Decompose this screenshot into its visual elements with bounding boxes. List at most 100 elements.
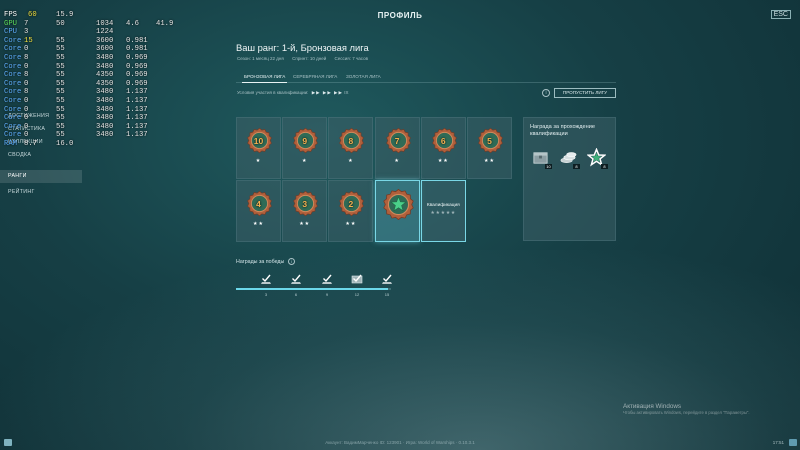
notifications-icon[interactable] [789, 439, 797, 446]
hw-label: GPU [4, 19, 17, 28]
league-tabs: БРОНЗОВАЯ ЛИГА СЕРЕБРЯНАЯ ЛИГА ЗОЛОТАЯ ЛИГ… [236, 73, 616, 83]
hw-value: 3480 [96, 53, 114, 62]
win-step-number: 3 [264, 292, 268, 297]
tab-league[interactable]: ЗОЛОТАЯ ЛИГА [344, 74, 383, 82]
hw-value: 16.0 [56, 139, 74, 148]
qualification-count: IX [344, 90, 349, 95]
hw-label: Core [4, 45, 22, 54]
hw-label: Core [4, 62, 22, 71]
qualification-arrows: ▶▶ ▶▶ ▶▶ [311, 90, 343, 95]
hw-value: 55 [56, 96, 65, 105]
hardware-monitor-overlay: FPS 15.9 60 GPU 7 50 1034 4.6 41.9 CPU 3 1224 Core 15… [4, 11, 196, 149]
hw-label: CPU [4, 28, 17, 37]
rank-cell[interactable]: 4 ★★ [236, 180, 281, 242]
skip-league-button[interactable]: ПРОПУСТИТЬ ЛИГУ [554, 88, 616, 98]
hw-value: 50 [56, 19, 65, 28]
hw-value: 0 [24, 45, 29, 54]
hw-row: Core 8 55 4350 0.969 [4, 71, 196, 80]
hw-row: Core 0 55 3480 1.137 [4, 114, 196, 123]
tab-league[interactable]: СЕРЕБРЯНАЯ ЛИГА [291, 74, 339, 82]
hw-row: Core 8 55 3480 0.969 [4, 54, 196, 63]
rank-title: Ваш ранг: 1-й, Бронзовая лига [236, 42, 369, 53]
rank-stars: ★★ [437, 158, 449, 164]
hw-row: GPU 7 50 1034 4.6 41.9 [4, 20, 196, 29]
win-reward-check-icon[interactable] [290, 273, 302, 285]
hw-value: 0 [24, 122, 29, 131]
rank-number: 6 [440, 136, 446, 146]
rank-stars: ★ [255, 158, 262, 164]
hw-value: 3480 [96, 131, 114, 140]
win-reward-check-icon[interactable] [351, 273, 363, 285]
hw-value: 8 [24, 88, 29, 97]
hw-value: 1.137 [126, 114, 148, 123]
close-button[interactable]: ESC [770, 10, 791, 19]
hw-row: Core 8 55 3480 1.137 [4, 88, 196, 97]
sidebar-item[interactable]: СВОДКА [0, 149, 82, 162]
hw-value: 3600 [96, 45, 114, 54]
qualification-cell[interactable]: Квалификация ★★★★★ [420, 180, 466, 242]
rank-stars: ★★ [253, 221, 264, 227]
hw-value: 1.137 [126, 96, 148, 105]
reward-panel-title: Награда за прохождение квалификации [530, 124, 595, 137]
hw-value: 3480 [96, 96, 114, 105]
hw-value: 55 [56, 53, 65, 62]
rank-cell[interactable]: 3 ★★ [282, 180, 328, 242]
hw-value: 7 [24, 19, 29, 28]
hw-value: 55 [56, 88, 65, 97]
win-step-number: 12 [354, 292, 360, 297]
hw-row: CPU 3 1224 [4, 28, 196, 37]
rank-number: 2 [348, 199, 354, 209]
season-duration: Сезон: 1 месяц 22 дня [237, 56, 284, 61]
background-fog [0, 250, 800, 450]
win-reward-check-icon[interactable] [321, 273, 333, 285]
rank-cell[interactable]: 10 ★ [236, 117, 281, 179]
rank-number: 3 [302, 199, 308, 209]
hw-label: Core [4, 131, 22, 140]
info-icon[interactable]: i [542, 89, 550, 97]
hw-label: RAM [4, 139, 17, 148]
hw-value: 55 [56, 131, 65, 140]
qualification-reward-panel: Награда за прохождение квалификации 10 8 8 [523, 117, 616, 241]
current-rank-cell[interactable] [374, 180, 420, 242]
reward-item[interactable]: 10 [531, 148, 552, 169]
hw-value: 0.981 [126, 45, 148, 54]
win-rewards-info-icon[interactable]: i [288, 258, 295, 265]
hw-value: 1034 [96, 19, 114, 28]
sidebar-item[interactable]: РАНГИ [0, 170, 82, 183]
season-info: Сезон: 1 месяц 22 дня Спринт: 10 дней Се… [237, 56, 375, 61]
hw-value: 8 [24, 71, 29, 80]
hw-label: Core [4, 88, 22, 97]
hw-row: FPS 15.9 60 [4, 11, 196, 20]
hw-label: Core [4, 53, 22, 62]
hw-value: 0 [24, 62, 29, 71]
rank-number: 10 [253, 136, 264, 146]
rank-cell[interactable]: 9 ★ [282, 117, 328, 179]
hw-label: Core [4, 71, 22, 80]
rank-cell[interactable]: 7 ★ [374, 117, 420, 179]
reward-item[interactable]: 8 [586, 147, 608, 169]
hw-value: 3480 [96, 88, 114, 97]
hw-value: 0 [24, 105, 29, 114]
rank-number: 8 [348, 136, 354, 146]
win-reward-check-icon[interactable] [381, 273, 393, 285]
hw-label: Core [4, 105, 22, 114]
rank-stars: ★★ [345, 221, 357, 227]
rank-stars: ★ [348, 158, 354, 164]
hw-value: 0 [24, 96, 29, 105]
sidebar-item[interactable]: РЕЙТИНГ [0, 186, 82, 199]
qualification-condition: Условия участия в квалификации: ▶▶ ▶▶ ▶▶… [237, 90, 348, 96]
rank-cell[interactable]: 6 ★★ [420, 117, 466, 179]
win-reward-check-icon[interactable] [260, 273, 272, 285]
hw-value: 15 [24, 36, 33, 45]
reward-item[interactable]: 8 [559, 148, 580, 169]
sprint-duration: Спринт: 10 дней [292, 56, 327, 61]
hw-value: 0 [24, 114, 29, 123]
rank-cell[interactable]: 8 ★ [328, 117, 374, 179]
hw-value: 55 [56, 114, 65, 123]
rank-number: 7 [394, 136, 400, 146]
hw-value: 3480 [96, 62, 114, 71]
hw-value: 41.9 [156, 19, 174, 28]
rank-cell[interactable]: 5 ★★ [467, 117, 512, 179]
rank-cell[interactable]: 2 ★★ [328, 180, 374, 242]
tab-league[interactable]: БРОНЗОВАЯ ЛИГА [242, 74, 288, 83]
